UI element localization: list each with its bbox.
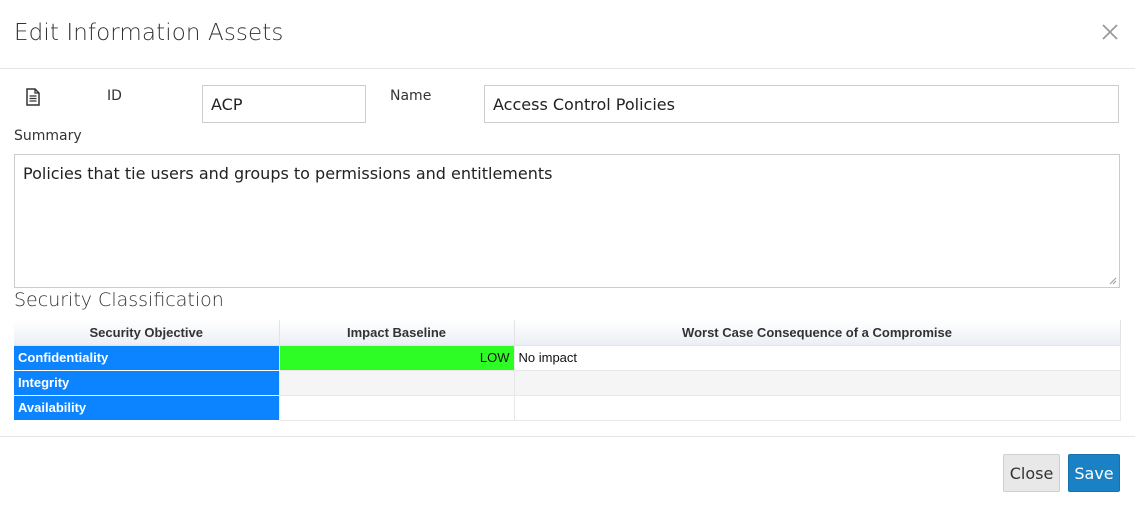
consequence-cell[interactable]: No impact (514, 345, 1121, 371)
table-row[interactable]: Integrity (14, 370, 1121, 396)
name-label: Name (390, 88, 432, 104)
impact-cell[interactable] (279, 395, 515, 421)
summary-textarea[interactable]: Policies that tie users and groups to pe… (14, 154, 1120, 288)
objective-cell: Confidentiality (14, 345, 280, 371)
summary-text: Policies that tie users and groups to pe… (23, 164, 553, 183)
security-classification-table: Security Objective Impact Baseline Worst… (14, 320, 1121, 421)
column-header-impact-baseline[interactable]: Impact Baseline (279, 320, 515, 346)
objective-cell: Integrity (14, 370, 280, 396)
security-classification-heading: Security Classification (14, 289, 224, 311)
impact-cell[interactable] (279, 370, 515, 396)
id-label: ID (107, 88, 122, 104)
table-header-row: Security Objective Impact Baseline Worst… (14, 320, 1121, 346)
close-icon[interactable] (1100, 22, 1122, 44)
name-field[interactable]: Access Control Policies (484, 85, 1119, 123)
table-row[interactable]: Confidentiality LOW No impact (14, 345, 1121, 371)
dialog-header: Edit Information Assets (0, 0, 1135, 69)
column-header-security-objective[interactable]: Security Objective (14, 320, 280, 346)
document-icon (24, 88, 42, 106)
close-button[interactable]: Close (1003, 454, 1060, 492)
save-button[interactable]: Save (1068, 454, 1120, 492)
table-row[interactable]: Availability (14, 395, 1121, 421)
impact-cell[interactable]: LOW (279, 345, 515, 371)
objective-cell: Availability (14, 395, 280, 421)
consequence-cell[interactable] (514, 395, 1121, 421)
id-field[interactable]: ACP (202, 85, 366, 123)
resize-grip-icon[interactable] (1109, 277, 1117, 285)
summary-label: Summary (14, 128, 82, 144)
column-header-worst-case-consequence[interactable]: Worst Case Consequence of a Compromise (514, 320, 1121, 346)
dialog-title: Edit Information Assets (14, 20, 284, 46)
consequence-cell[interactable] (514, 370, 1121, 396)
dialog-footer: Close Save (0, 436, 1135, 507)
